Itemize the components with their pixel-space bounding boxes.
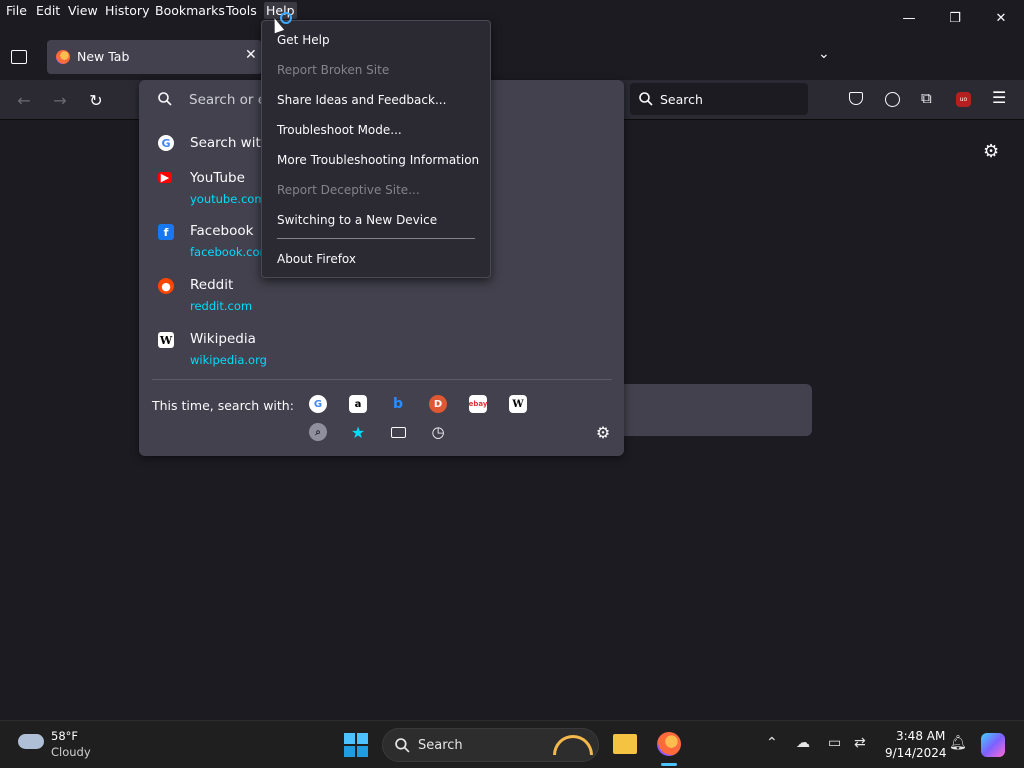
reload-icon[interactable]: ↻ (84, 88, 108, 112)
taskbar-search[interactable]: Search (382, 728, 599, 762)
google-engine-icon[interactable]: G (309, 395, 327, 413)
menu-item-switching-device[interactable]: Switching to a New Device (277, 213, 437, 227)
search-engine-generic-icon[interactable]: ⌕ (309, 423, 327, 441)
toolbar-search-box[interactable]: Search (630, 83, 808, 115)
file-explorer-icon[interactable] (613, 734, 637, 754)
urlbar-search-icon (158, 92, 172, 106)
search-highlight-icon (553, 735, 593, 755)
result-url: facebook.com (190, 245, 271, 259)
back-icon[interactable]: ← (12, 88, 36, 112)
menu-edit[interactable]: Edit (36, 2, 60, 19)
ublock-icon[interactable]: uo (956, 92, 971, 107)
menu-item-about-firefox[interactable]: About Firefox (277, 252, 356, 266)
menu-item-more-troubleshooting[interactable]: More Troubleshooting Information (277, 153, 479, 167)
menu-view[interactable]: View (68, 2, 98, 19)
notification-bell-icon[interactable]: 🔔︎ (949, 735, 967, 751)
oneoff-label: This time, search with: (152, 398, 294, 413)
account-icon[interactable] (885, 92, 900, 107)
chevron-up-icon[interactable]: ⌃ (766, 735, 778, 751)
tab-strip: New Tab ✕ ⌄ (0, 36, 1024, 80)
google-icon: G (158, 135, 174, 151)
page-search-card (624, 384, 812, 436)
onedrive-icon[interactable]: ☁ (796, 735, 810, 751)
urlbar-input[interactable]: Search or e (189, 92, 266, 108)
menu-item-report-deceptive-site: Report Deceptive Site... (277, 183, 420, 197)
close-tab-icon[interactable]: ✕ (245, 47, 257, 63)
wikipedia-icon: W (158, 332, 174, 348)
weather-condition[interactable]: Cloudy (51, 745, 91, 759)
tab-new-tab[interactable]: New Tab ✕ (47, 40, 262, 74)
menu-history[interactable]: History (105, 2, 149, 19)
search-icon (395, 738, 410, 753)
menu-file[interactable]: File (6, 2, 27, 19)
menu-item-report-broken-site: Report Broken Site (277, 63, 390, 77)
firefox-taskbar-icon[interactable] (657, 732, 681, 756)
clock-date[interactable]: 9/14/2024 (885, 746, 947, 760)
result-title: YouTube (190, 170, 245, 186)
help-menu-popup: Get Help Report Broken Site Share Ideas … (261, 20, 491, 278)
copilot-icon[interactable] (981, 733, 1005, 757)
history-clock-icon[interactable]: ◷ (429, 423, 447, 441)
reddit-icon: ● (158, 278, 174, 294)
busy-cursor-icon (280, 12, 292, 24)
bookmarks-star-icon[interactable]: ★ (349, 423, 367, 442)
menu-item-troubleshoot-mode[interactable]: Troubleshoot Mode... (277, 123, 402, 137)
result-title: Facebook (190, 223, 254, 239)
network-icon[interactable]: ⇄ (854, 735, 866, 751)
wikipedia-engine-icon[interactable]: W (509, 395, 527, 413)
close-window-button[interactable]: ✕ (989, 6, 1013, 30)
taskbar: 58°F Cloudy Search ⌃ ☁ ▭ ⇄ 3:48 AM 9/14/… (0, 720, 1024, 768)
divider (152, 379, 612, 380)
active-app-indicator (661, 763, 677, 766)
menu-bookmarks[interactable]: Bookmarks (155, 2, 225, 19)
firefox-icon (56, 50, 70, 64)
display-icon[interactable]: ▭ (828, 735, 841, 751)
list-item[interactable]: W Wikipedia wikipedia.org (139, 331, 624, 375)
result-title: Reddit (190, 277, 234, 293)
tab-label: New Tab (77, 49, 130, 64)
weather-temp[interactable]: 58°F (51, 729, 78, 743)
forward-icon[interactable]: → (48, 88, 72, 112)
menu-item-get-help[interactable]: Get Help (277, 33, 330, 47)
menu-bar: File Edit View History Bookmarks Tools H… (0, 0, 1024, 36)
clock-time[interactable]: 3:48 AM (896, 729, 945, 743)
windows-start-icon[interactable] (344, 733, 368, 757)
youtube-icon: ▶ (158, 171, 172, 184)
search-settings-gear-icon[interactable]: ⚙ (594, 423, 612, 442)
search-icon (639, 92, 653, 106)
tabs-icon[interactable] (389, 423, 407, 441)
weather-cloud-icon[interactable] (18, 734, 44, 749)
toolbar-search-label: Search (660, 92, 703, 107)
menu-item-share-ideas[interactable]: Share Ideas and Feedback... (277, 93, 446, 107)
amazon-engine-icon[interactable]: a (349, 395, 367, 413)
restore-button[interactable]: ❐ (943, 6, 967, 30)
minimize-button[interactable]: — (897, 6, 921, 30)
result-url: reddit.com (190, 299, 253, 313)
menu-separator (277, 238, 475, 239)
facebook-icon: f (158, 224, 174, 240)
firefox-view-icon[interactable] (11, 50, 27, 64)
list-item[interactable]: ● Reddit reddit.com (139, 277, 624, 321)
search-with-label: Search with (190, 135, 270, 151)
taskbar-search-label: Search (418, 738, 463, 753)
page-settings-gear-icon[interactable]: ⚙ (983, 141, 999, 162)
app-menu-icon[interactable]: ☰ (992, 88, 1006, 107)
bing-engine-icon[interactable]: b (389, 395, 407, 413)
result-url: wikipedia.org (190, 353, 267, 367)
duckduckgo-engine-icon[interactable]: D (429, 395, 447, 413)
ebay-engine-icon[interactable]: ebay (469, 395, 487, 413)
pocket-icon[interactable] (849, 92, 863, 105)
result-title: Wikipedia (190, 331, 256, 347)
result-url: youtube.com (190, 192, 266, 206)
menu-tools[interactable]: Tools (226, 2, 257, 19)
list-all-tabs-icon[interactable]: ⌄ (818, 46, 830, 62)
extensions-icon[interactable]: ⧉ (921, 89, 932, 107)
